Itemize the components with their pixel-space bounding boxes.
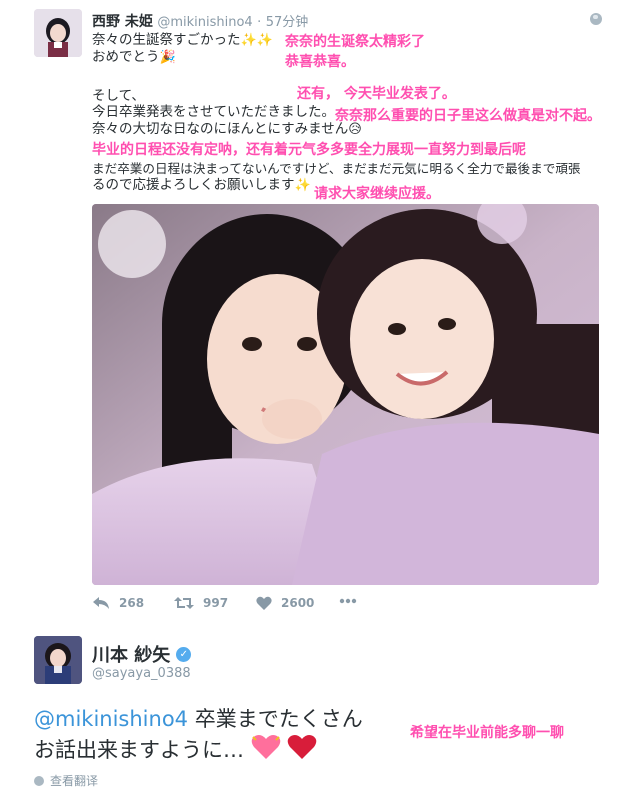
reply-author-name[interactable]: 川本 紗矢 ✓ [92,641,192,667]
retweet-count: 268 [119,596,145,610]
globe-icon [590,13,602,25]
reply-text-line-2: お話出来ますように… [34,734,317,765]
tweet-photo[interactable] [92,204,599,585]
sparkles-emoji: ✨✨ [240,33,273,48]
avatar-portrait [34,9,82,57]
like-count: 997 [203,596,229,610]
translation-note-2: 恭喜恭喜。 [285,54,355,70]
retweet-icon [174,597,194,609]
author-name[interactable]: 西野 未姫 [92,14,153,30]
reply-author-handle[interactable]: @sayaya_0388 [92,666,191,681]
author-handle[interactable]: @mikinishino4 [157,15,252,30]
translate-globe-icon [34,775,44,786]
tweet-actions: 268 997 2600 [92,596,372,616]
red-heart-icon [288,735,317,759]
reply-action[interactable]: 268 [92,596,144,610]
author-avatar[interactable] [34,9,82,57]
translation-note-1: 奈奈的生诞祭太精彩了 [285,34,425,50]
sparkle-emoji: ✨ [294,178,311,193]
reply-author-avatar[interactable] [34,636,82,684]
view-translation-link[interactable]: 查看翻译 [34,772,98,789]
translation-note-6: 请求大家继续应援。 [314,186,440,202]
translation-note-3: 还有， 今天毕业发表了。 [297,86,456,102]
verified-badge-icon: ✓ [176,646,192,662]
tweet-line-6: まだ卒業の日程は決まってないんですけど、まだまだ元気に明るく全力で最後まで頑張 [92,161,581,176]
retweet-action[interactable]: 997 [174,596,228,610]
tweet-timestamp[interactable]: 57分钟 [266,15,309,30]
tweet-line-4: 今日卒業発表をさせていただきました。 [92,104,335,120]
favorite-count: 2600 [281,596,315,610]
tweet-line-7: るので応援よろしくお願いします✨ [92,177,311,193]
tweet-line-5: 奈々の大切な日なのにほんとにすみません😥 [92,121,362,137]
reply-avatar-portrait [34,636,82,684]
translation-note-5: 毕业的日程还没有定呐，还有着元气多多要全力展现一直努力到最后呢 [92,142,526,158]
reply-icon [93,597,109,609]
translation-note-4: 奈奈那么重要的日子里这么做真是对不起。 [335,108,601,124]
tweet-line-1: 奈々の生誕祭すごかった✨✨ [92,32,273,48]
reply-text-line-1: @mikinishino4 卒業までたくさん [34,707,363,731]
heart-icon [256,596,272,610]
confetti-emoji: 🎉 [159,50,176,65]
more-action[interactable] [339,598,357,604]
tweet-line-2: おめでとう🎉 [92,49,176,65]
pink-heart-icon [251,735,280,759]
mention-link[interactable]: @mikinishino4 [34,707,188,731]
more-dots-icon [339,598,357,604]
tweet-line-3: そして、 [92,88,145,104]
photo-image [92,204,599,585]
tweet-header: 西野 未姫 @mikinishino4 · 57分钟 [92,11,308,31]
separator-dot: · [257,15,262,30]
translation-note-7: 希望在毕业前能多聊一聊 [410,725,564,741]
favorite-action[interactable]: 2600 [256,596,314,610]
